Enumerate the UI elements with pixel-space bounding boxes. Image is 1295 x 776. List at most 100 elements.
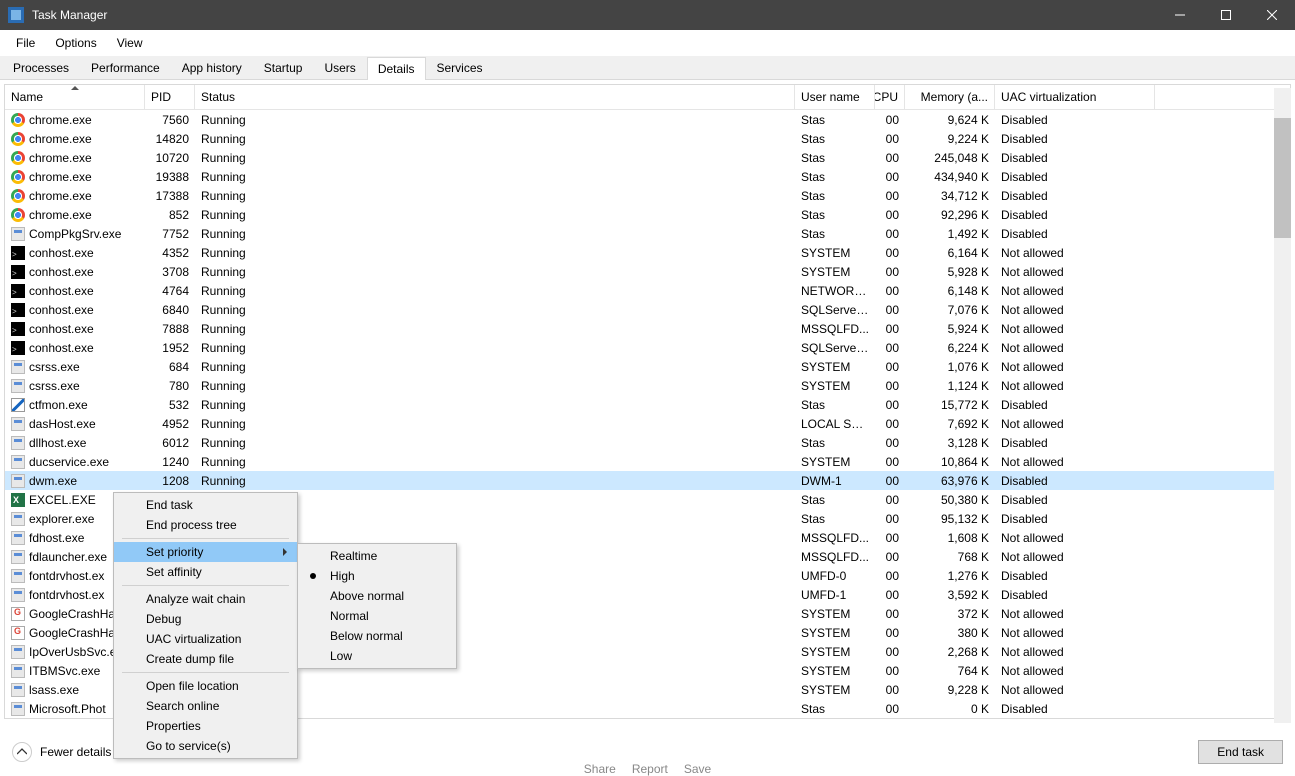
tab-services[interactable]: Services (426, 56, 494, 79)
col-cpu[interactable]: CPU (875, 85, 905, 109)
menu-file[interactable]: File (6, 32, 45, 54)
table-row[interactable]: conhost.exe3708RunningSYSTEM005,928 KNot… (5, 262, 1290, 281)
tab-startup[interactable]: Startup (253, 56, 314, 79)
share-link[interactable]: Share (584, 762, 616, 776)
cell-user: MSSQLFD... (795, 550, 875, 564)
ctx-item[interactable]: Properties (114, 716, 297, 736)
cell-cpu: 00 (875, 702, 905, 716)
table-row[interactable]: dasHost.exe4952RunningLOCAL SE...007,692… (5, 414, 1290, 433)
tab-performance[interactable]: Performance (80, 56, 171, 79)
tab-processes[interactable]: Processes (2, 56, 80, 79)
cell-pid: 19388 (145, 170, 195, 184)
table-row[interactable]: conhost.exe6840RunningSQLServer...007,07… (5, 300, 1290, 319)
menu-options[interactable]: Options (45, 32, 106, 54)
table-row[interactable]: CompPkgSrv.exe7752RunningStas001,492 KDi… (5, 224, 1290, 243)
col-status[interactable]: Status (195, 85, 795, 109)
tab-users[interactable]: Users (313, 56, 366, 79)
cell-user: Stas (795, 151, 875, 165)
cell-memory: 6,224 K (905, 341, 995, 355)
table-row[interactable]: dwm.exe1208RunningDWM-10063,976 KDisable… (5, 471, 1290, 490)
cell-user: SQLServer... (795, 303, 875, 317)
table-row[interactable]: chrome.exe17388RunningStas0034,712 KDisa… (5, 186, 1290, 205)
table-row[interactable]: csrss.exe684RunningSYSTEM001,076 KNot al… (5, 357, 1290, 376)
cell-memory: 34,712 K (905, 189, 995, 203)
table-row[interactable]: chrome.exe14820RunningStas009,224 KDisab… (5, 129, 1290, 148)
table-row[interactable]: chrome.exe19388RunningStas00434,940 KDis… (5, 167, 1290, 186)
process-icon (11, 132, 25, 146)
cell-cpu: 00 (875, 607, 905, 621)
cell-pid: 14820 (145, 132, 195, 146)
process-icon (11, 208, 25, 222)
table-row[interactable]: chrome.exe852RunningStas0092,296 KDisabl… (5, 205, 1290, 224)
ctx-item[interactable]: End process tree (114, 515, 297, 535)
tab-details[interactable]: Details (367, 57, 426, 80)
ctx-item[interactable]: End task (114, 495, 297, 515)
cell-pid: 684 (145, 360, 195, 374)
ctx-priority-item[interactable]: Low (298, 646, 456, 666)
table-row[interactable]: chrome.exe10720RunningStas00245,048 KDis… (5, 148, 1290, 167)
col-username[interactable]: User name (795, 85, 875, 109)
end-task-button[interactable]: End task (1198, 740, 1283, 764)
process-icon (11, 246, 25, 260)
cell-uac: Not allowed (995, 265, 1155, 279)
ctx-item[interactable]: Set affinity (114, 562, 297, 582)
tabbar: Processes Performance App history Startu… (0, 56, 1295, 80)
cell-uac: Disabled (995, 588, 1155, 602)
col-name[interactable]: Name (5, 85, 145, 109)
minimize-button[interactable] (1157, 0, 1203, 30)
ctx-item[interactable]: Search online (114, 696, 297, 716)
cell-status: Running (195, 398, 795, 412)
ctx-item[interactable]: Debug (114, 609, 297, 629)
col-pid[interactable]: PID (145, 85, 195, 109)
col-uac[interactable]: UAC virtualization (995, 85, 1155, 109)
report-link[interactable]: Report (632, 762, 668, 776)
ctx-priority-item[interactable]: Normal (298, 606, 456, 626)
ctx-priority-item[interactable]: Above normal (298, 586, 456, 606)
tab-app-history[interactable]: App history (171, 56, 253, 79)
ctx-item[interactable]: Go to service(s) (114, 736, 297, 756)
table-row[interactable]: conhost.exe1952RunningSQLServer...006,22… (5, 338, 1290, 357)
process-name: explorer.exe (29, 512, 94, 526)
table-row[interactable]: conhost.exe4764RunningNETWORK...006,148 … (5, 281, 1290, 300)
ctx-item[interactable]: UAC virtualization (114, 629, 297, 649)
fewer-details-toggle[interactable]: Fewer details (12, 742, 111, 762)
table-row[interactable]: ctfmon.exe532RunningStas0015,772 KDisabl… (5, 395, 1290, 414)
process-icon (11, 474, 25, 488)
ctx-item[interactable]: Create dump file (114, 649, 297, 669)
table-row[interactable]: conhost.exe7888RunningMSSQLFD...005,924 … (5, 319, 1290, 338)
table-row[interactable]: chrome.exe7560RunningStas009,624 KDisabl… (5, 110, 1290, 129)
cell-user: SYSTEM (795, 607, 875, 621)
scrollbar-thumb[interactable] (1274, 118, 1291, 238)
cell-user: SYSTEM (795, 626, 875, 640)
cell-memory: 2,268 K (905, 645, 995, 659)
process-icon (11, 550, 25, 564)
cell-user: SYSTEM (795, 246, 875, 260)
cell-pid: 10720 (145, 151, 195, 165)
save-link[interactable]: Save (684, 762, 711, 776)
ctx-priority-item[interactable]: Below normal (298, 626, 456, 646)
cell-user: UMFD-0 (795, 569, 875, 583)
cell-uac: Disabled (995, 398, 1155, 412)
maximize-button[interactable] (1203, 0, 1249, 30)
share-bar: Share Report Save (584, 762, 711, 776)
cell-user: SYSTEM (795, 265, 875, 279)
col-memory[interactable]: Memory (a... (905, 85, 995, 109)
cell-cpu: 00 (875, 151, 905, 165)
ctx-priority-item[interactable]: High (298, 566, 456, 586)
vertical-scrollbar[interactable] (1274, 88, 1291, 723)
ctx-item[interactable]: Open file location (114, 676, 297, 696)
cell-user: Stas (795, 227, 875, 241)
process-icon (11, 664, 25, 678)
process-icon (11, 113, 25, 127)
ctx-item[interactable]: Set priority (114, 542, 297, 562)
titlebar[interactable]: Task Manager (0, 0, 1295, 30)
ctx-priority-item[interactable]: Realtime (298, 546, 456, 566)
table-row[interactable]: conhost.exe4352RunningSYSTEM006,164 KNot… (5, 243, 1290, 262)
close-button[interactable] (1249, 0, 1295, 30)
ctx-item[interactable]: Analyze wait chain (114, 589, 297, 609)
menu-view[interactable]: View (107, 32, 153, 54)
table-row[interactable]: csrss.exe780RunningSYSTEM001,124 KNot al… (5, 376, 1290, 395)
table-row[interactable]: dllhost.exe6012RunningStas003,128 KDisab… (5, 433, 1290, 452)
table-row[interactable]: ducservice.exe1240RunningSYSTEM0010,864 … (5, 452, 1290, 471)
process-icon (11, 569, 25, 583)
